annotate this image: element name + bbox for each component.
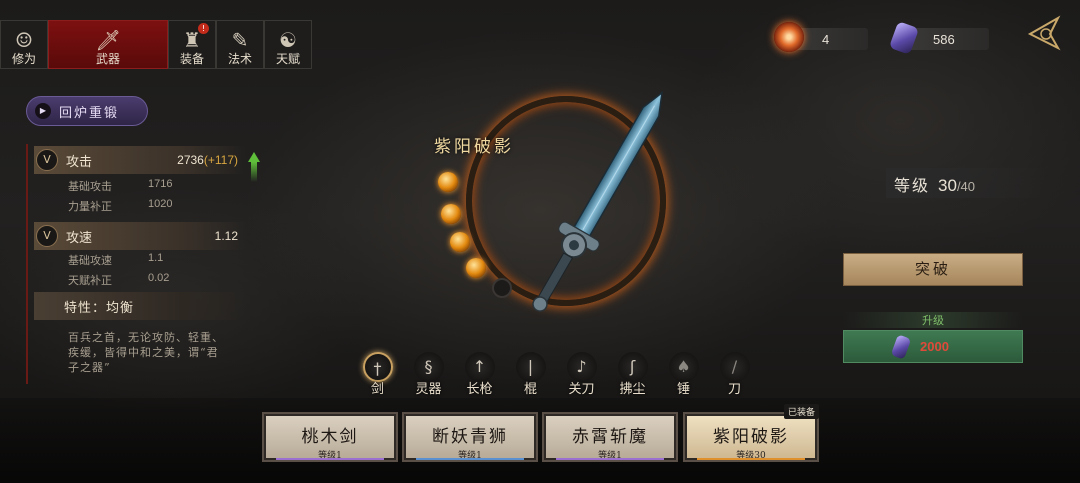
category-label: 剑	[370, 382, 384, 397]
upgrade-label: 升级	[843, 312, 1023, 328]
weapon-card[interactable]: 赤霄斩魔 等级1	[542, 412, 678, 462]
stats-panel: V 攻击 2736(+117) 基础攻击 1716 力量补正 1020 V 攻速 1…	[26, 144, 246, 384]
equipped-tag: 已装备	[783, 404, 819, 419]
rarity-bar	[556, 458, 664, 460]
category-hammer[interactable]: ♠ 锤	[658, 352, 709, 398]
tab-spells[interactable]: ✎ 法术	[216, 20, 264, 69]
category-label: 灵器	[415, 382, 442, 397]
stat-sub-row: 基础攻击 1716	[68, 178, 173, 193]
category-staff[interactable]: | 棍	[505, 352, 556, 398]
tab-talent[interactable]: ☯ 天赋	[264, 20, 312, 69]
category-label: 长枪	[466, 382, 493, 397]
category-sabre[interactable]: / 刀	[709, 352, 760, 398]
attack-bonus: (+117)	[203, 153, 238, 167]
tab-label: 修为	[11, 52, 36, 66]
star-orb-empty	[492, 278, 512, 298]
star-orb-filled	[450, 232, 470, 252]
weapon-name: 紫阳破影	[434, 137, 514, 157]
category-label: 刀	[727, 382, 741, 397]
category-label: 拂尘	[619, 382, 646, 397]
star-orb-filled	[441, 204, 461, 224]
trait-header: 特性：均衡	[34, 292, 246, 320]
cultivator-icon: ☺	[15, 28, 33, 52]
crystal-icon	[890, 334, 912, 360]
weapon-card-equipped[interactable]: 已装备 紫阳破影 等级30	[683, 404, 819, 462]
talisman-icon: ✎	[231, 28, 249, 52]
category-spear[interactable]: ↑ 长枪	[454, 352, 505, 398]
weapon-card-strip	[0, 398, 1080, 483]
yin-yang-icon: ☯	[279, 28, 297, 52]
weapon-card-name: 赤霄斩魔	[572, 427, 648, 447]
attack-stat-header[interactable]: V 攻击 2736(+117)	[34, 146, 246, 174]
notification-badge: !	[198, 23, 209, 34]
upgrade-cost: 2000	[920, 339, 949, 354]
reforge-button[interactable]: ▶ 回炉重锻	[26, 96, 148, 126]
chevron-down-icon: V	[36, 225, 58, 247]
back-arrow-icon[interactable]	[1024, 14, 1062, 52]
breakthrough-button[interactable]: 突破	[843, 253, 1023, 286]
speed-stat-header[interactable]: V 攻速 1.12	[34, 222, 246, 250]
attack-label: 攻击	[66, 154, 93, 170]
rarity-bar	[416, 458, 524, 460]
stat-increase-arrow-icon	[248, 152, 260, 184]
stat-sub-row: 天赋补正 0.02	[68, 272, 170, 287]
fire-orb-icon	[774, 22, 804, 52]
attack-value: 2736(+117)	[177, 153, 238, 167]
weapon-card-name: 桃木剑	[301, 427, 359, 447]
category-label: 锤	[676, 382, 690, 397]
rarity-bar	[697, 458, 805, 460]
stat-sub-row: 基础攻速 1.1	[68, 252, 164, 267]
play-icon: ▶	[35, 103, 51, 119]
weapon-card[interactable]: 断妖青狮 等级1	[402, 412, 538, 462]
category-label: 棍	[523, 382, 537, 397]
trait-description: 百兵之首，无论攻防、轻重、疾缓，皆得中和之美，谓“君子之器”	[68, 331, 224, 374]
chevron-down-icon: V	[36, 149, 58, 171]
speed-value: 1.12	[214, 229, 238, 243]
sword-icon: 🗡	[95, 28, 121, 52]
category-sword[interactable]: † 剑	[352, 352, 403, 398]
upgrade-button[interactable]: 2000	[843, 330, 1023, 363]
crystal-count: 586	[933, 31, 955, 47]
level-max: /40	[956, 179, 976, 194]
tab-equipment[interactable]: ! ♜ 装备	[168, 20, 216, 69]
category-whisk[interactable]: ʃ 拂尘	[607, 352, 658, 398]
category-label: 关刀	[568, 382, 595, 397]
reforge-label: 回炉重锻	[59, 105, 120, 121]
tab-label: 法术	[227, 52, 252, 66]
weapon-card[interactable]: 桃木剑 等级1	[262, 412, 398, 462]
speed-label: 攻速	[66, 230, 93, 246]
weapon-card-name: 断妖青狮	[432, 427, 508, 447]
weapon-card-name: 紫阳破影	[713, 427, 789, 447]
star-orb-filled	[438, 172, 458, 192]
star-orb-filled	[466, 258, 486, 278]
armor-icon: ♜	[183, 28, 201, 52]
fire-orb-currency: 4	[774, 22, 868, 52]
fire-orb-count: 4	[822, 31, 830, 47]
category-guandao[interactable]: ♪ 关刀	[556, 352, 607, 398]
weapon-level: 等级 30 /40	[886, 168, 1046, 198]
tab-weapon[interactable]: 🗡 武器	[48, 20, 168, 69]
stat-sub-row: 力量补正 1020	[68, 198, 173, 213]
crystal-currency: 586	[888, 21, 989, 55]
category-spirit-item[interactable]: § 灵器	[403, 352, 454, 398]
weapon-category-bar: † 剑 § 灵器 ↑ 长枪 | 棍 ♪ 关刀 ʃ 拂尘 ♠ 锤 / 刀	[352, 352, 760, 398]
tab-label: 武器	[95, 52, 120, 66]
top-tab-bar: ☺ 修为 🗡 武器 ! ♜ 装备 ✎ 法术 ☯ 天赋	[0, 20, 312, 69]
level-current: 30	[938, 176, 957, 195]
tab-label: 天赋	[275, 52, 300, 66]
level-label: 等级	[894, 176, 931, 195]
tab-label: 装备	[179, 52, 204, 66]
weapon-glow-ring	[466, 96, 666, 306]
tab-cultivation[interactable]: ☺ 修为	[0, 20, 48, 69]
rarity-bar	[276, 458, 384, 460]
